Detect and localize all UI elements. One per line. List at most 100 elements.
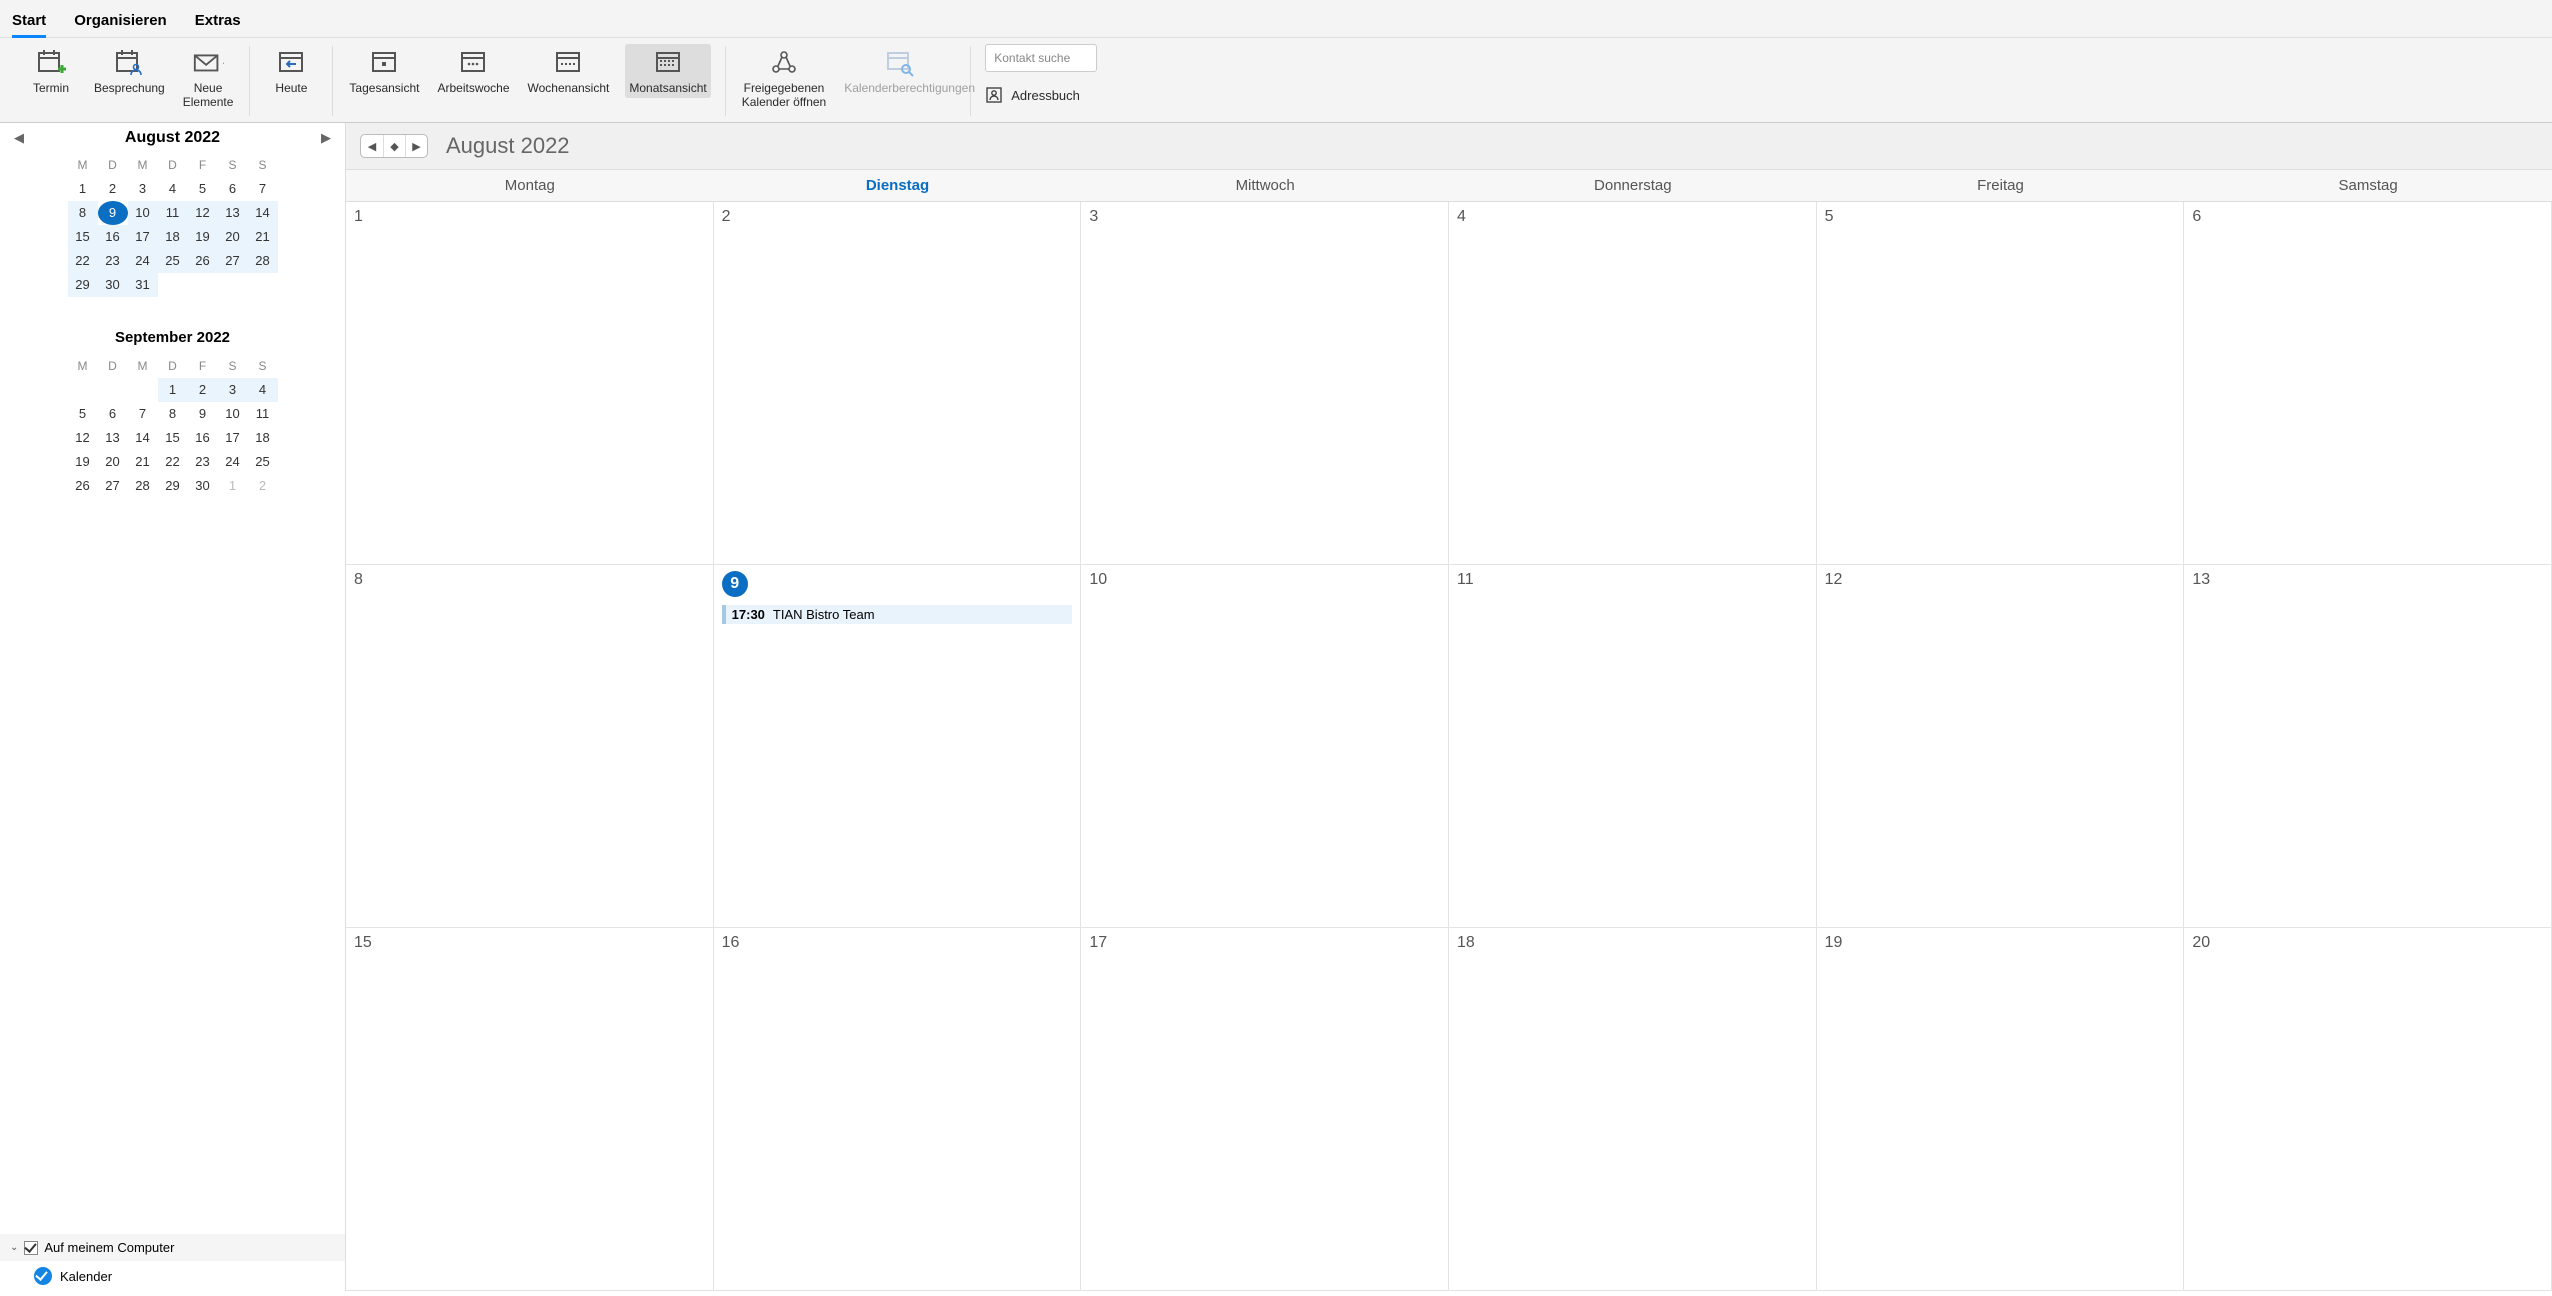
- calendar-event[interactable]: 17:30TIAN Bistro Team: [722, 605, 1073, 624]
- mini-day[interactable]: 30: [98, 273, 128, 297]
- mini-day[interactable]: 4: [158, 177, 188, 201]
- tab-start[interactable]: Start: [12, 8, 46, 37]
- mini-day[interactable]: 26: [68, 474, 98, 498]
- mini-day[interactable]: 14: [128, 426, 158, 450]
- mini-day[interactable]: 10: [218, 402, 248, 426]
- day-cell[interactable]: 20: [2184, 928, 2552, 1291]
- workweek-view-button[interactable]: Arbeitswoche: [435, 44, 511, 98]
- mini-day[interactable]: 19: [188, 225, 218, 249]
- mini-day[interactable]: 25: [248, 450, 278, 474]
- mini-day[interactable]: 21: [248, 225, 278, 249]
- mini-day[interactable]: 11: [158, 201, 188, 225]
- mini-day[interactable]: 17: [218, 426, 248, 450]
- mini-day[interactable]: 15: [158, 426, 188, 450]
- mini-day[interactable]: 2: [248, 474, 278, 498]
- day-cell[interactable]: 13: [2184, 565, 2552, 928]
- new-items-button[interactable]: ⌄ Neue Elemente: [181, 44, 236, 112]
- mini-day[interactable]: 18: [158, 225, 188, 249]
- calendar-group-my-computer[interactable]: ⌄ Auf meinem Computer: [0, 1234, 345, 1261]
- day-cell[interactable]: 3: [1081, 202, 1449, 565]
- mini-day[interactable]: 22: [68, 249, 98, 273]
- mini-day[interactable]: 31: [128, 273, 158, 297]
- mini-day[interactable]: 21: [128, 450, 158, 474]
- mini-day[interactable]: 8: [158, 402, 188, 426]
- mini-day[interactable]: 4: [248, 378, 278, 402]
- day-cell[interactable]: 17: [1081, 928, 1449, 1291]
- address-book-button[interactable]: Adressbuch: [985, 86, 1080, 104]
- mini-day[interactable]: 2: [188, 378, 218, 402]
- mini-day[interactable]: 18: [248, 426, 278, 450]
- tab-extras[interactable]: Extras: [195, 8, 241, 37]
- month-view-button[interactable]: Monatsansicht: [625, 44, 710, 98]
- mini-day[interactable]: 11: [248, 402, 278, 426]
- mini-day[interactable]: 29: [158, 474, 188, 498]
- mini-day[interactable]: 5: [188, 177, 218, 201]
- day-cell[interactable]: 16: [714, 928, 1082, 1291]
- mini-day[interactable]: 9: [98, 201, 128, 225]
- mini-day[interactable]: 1: [158, 378, 188, 402]
- day-cell[interactable]: 1: [346, 202, 714, 565]
- tab-organisieren[interactable]: Organisieren: [74, 8, 167, 37]
- calendar-permissions-button[interactable]: Kalenderberechtigungen: [842, 44, 956, 98]
- day-cell[interactable]: 11: [1449, 565, 1817, 928]
- new-appointment-button[interactable]: Termin: [24, 44, 78, 98]
- contact-search-input[interactable]: Kontakt suche: [985, 44, 1097, 72]
- mini-day[interactable]: 15: [68, 225, 98, 249]
- mini-day[interactable]: 27: [98, 474, 128, 498]
- mini-day[interactable]: 28: [128, 474, 158, 498]
- mini-day[interactable]: 24: [128, 249, 158, 273]
- mini-day[interactable]: 25: [158, 249, 188, 273]
- calendar-color-check-icon[interactable]: [34, 1267, 52, 1285]
- mini-prev-month-button[interactable]: ◀: [14, 130, 24, 146]
- mini-day[interactable]: 12: [68, 426, 98, 450]
- calendar-item-kalender[interactable]: Kalender: [0, 1261, 345, 1291]
- mini-day[interactable]: 13: [218, 201, 248, 225]
- goto-today-button[interactable]: ◆: [383, 135, 405, 157]
- mini-day[interactable]: 16: [188, 426, 218, 450]
- day-cell[interactable]: 917:30TIAN Bistro Team: [714, 565, 1082, 928]
- day-cell[interactable]: 18: [1449, 928, 1817, 1291]
- day-cell[interactable]: 15: [346, 928, 714, 1291]
- today-button[interactable]: Heute: [264, 44, 318, 98]
- week-view-button[interactable]: Wochenansicht: [526, 44, 612, 98]
- mini-day[interactable]: 10: [128, 201, 158, 225]
- next-month-button[interactable]: ▶: [405, 135, 427, 157]
- mini-day[interactable]: 28: [248, 249, 278, 273]
- mini-day[interactable]: 24: [218, 450, 248, 474]
- mini-day[interactable]: 13: [98, 426, 128, 450]
- mini-day[interactable]: 9: [188, 402, 218, 426]
- mini-day[interactable]: 20: [218, 225, 248, 249]
- mini-day[interactable]: 6: [98, 402, 128, 426]
- mini-day[interactable]: 19: [68, 450, 98, 474]
- calendar-group-checkbox[interactable]: [24, 1241, 38, 1255]
- mini-day[interactable]: 12: [188, 201, 218, 225]
- day-cell[interactable]: 12: [1817, 565, 2185, 928]
- day-cell[interactable]: 4: [1449, 202, 1817, 565]
- open-shared-calendar-button[interactable]: Freigegebenen Kalender öffnen: [740, 44, 829, 112]
- mini-day[interactable]: 26: [188, 249, 218, 273]
- mini-day[interactable]: 30: [188, 474, 218, 498]
- mini-day[interactable]: 23: [98, 249, 128, 273]
- day-view-button[interactable]: Tagesansicht: [347, 44, 421, 98]
- mini-day[interactable]: 3: [218, 378, 248, 402]
- mini-day[interactable]: 27: [218, 249, 248, 273]
- day-cell[interactable]: 8: [346, 565, 714, 928]
- day-cell[interactable]: 6: [2184, 202, 2552, 565]
- day-cell[interactable]: 5: [1817, 202, 2185, 565]
- mini-day[interactable]: 3: [128, 177, 158, 201]
- mini-day[interactable]: 23: [188, 450, 218, 474]
- new-meeting-button[interactable]: Besprechung: [92, 44, 167, 98]
- mini-day[interactable]: 17: [128, 225, 158, 249]
- mini-day[interactable]: 16: [98, 225, 128, 249]
- mini-day[interactable]: 1: [68, 177, 98, 201]
- mini-day[interactable]: 8: [68, 201, 98, 225]
- mini-day[interactable]: 2: [98, 177, 128, 201]
- mini-day[interactable]: 1: [218, 474, 248, 498]
- mini-day[interactable]: 7: [128, 402, 158, 426]
- mini-next-month-button[interactable]: ▶: [321, 130, 331, 146]
- day-cell[interactable]: 10: [1081, 565, 1449, 928]
- day-cell[interactable]: 19: [1817, 928, 2185, 1291]
- mini-day[interactable]: 7: [248, 177, 278, 201]
- day-cell[interactable]: 2: [714, 202, 1082, 565]
- mini-day[interactable]: 5: [68, 402, 98, 426]
